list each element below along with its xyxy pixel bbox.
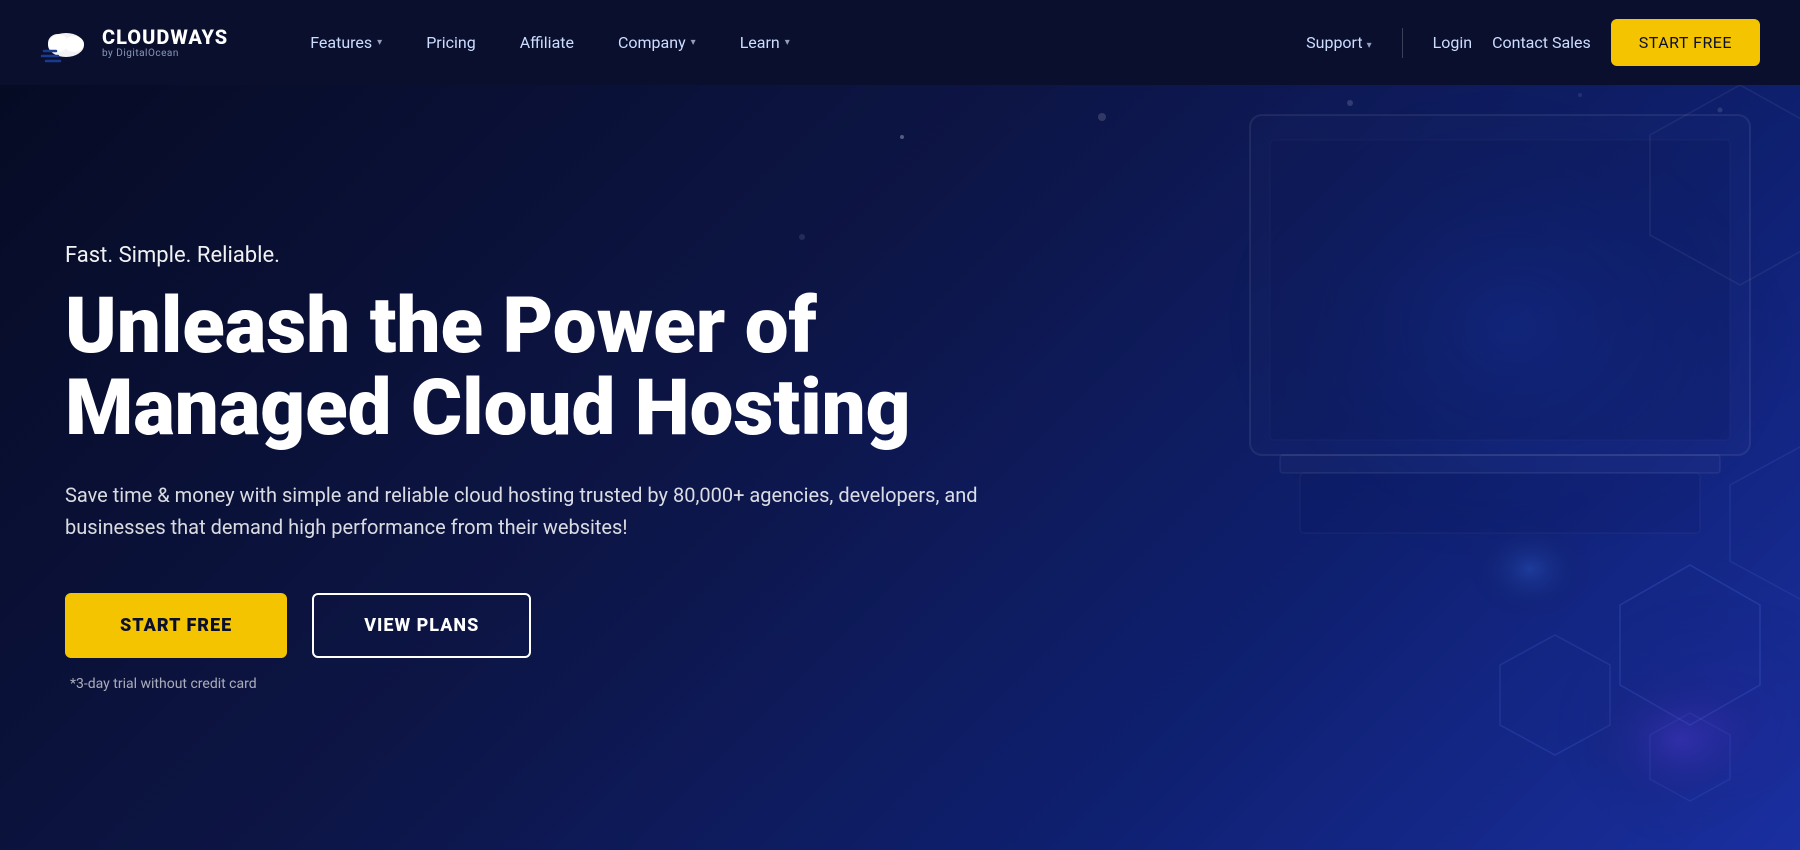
hero-subtitle: Fast. Simple. Reliable. bbox=[65, 243, 990, 268]
nav-support[interactable]: Support ▾ bbox=[1306, 33, 1371, 52]
hero-description: Save time & money with simple and reliab… bbox=[65, 479, 990, 543]
logo-text: CLOUDWAYS by DigitalOcean bbox=[102, 26, 228, 59]
nav-login[interactable]: Login bbox=[1433, 33, 1472, 52]
nav-right-links: Support ▾ Login Contact Sales START FREE bbox=[1306, 19, 1760, 66]
nav-affiliate[interactable]: Affiliate bbox=[498, 23, 596, 62]
nav-contact-sales[interactable]: Contact Sales bbox=[1492, 33, 1591, 52]
hero-start-free-button[interactable]: START FREE bbox=[65, 593, 287, 658]
nav-learn[interactable]: Learn ▾ bbox=[718, 23, 812, 62]
nav-start-free-button[interactable]: START FREE bbox=[1611, 19, 1760, 66]
hero-section: Fast. Simple. Reliable. Unleash the Powe… bbox=[0, 85, 1800, 850]
chevron-down-icon: ▾ bbox=[377, 37, 382, 48]
chevron-down-icon: ▾ bbox=[691, 37, 696, 48]
nav-pricing[interactable]: Pricing bbox=[404, 23, 498, 62]
hero-title: Unleash the Power of Managed Cloud Hosti… bbox=[65, 286, 965, 450]
nav-company[interactable]: Company ▾ bbox=[596, 23, 718, 62]
chevron-down-icon: ▾ bbox=[1367, 40, 1372, 51]
nav-divider bbox=[1402, 28, 1403, 58]
hero-view-plans-button[interactable]: VIEW PLANS bbox=[312, 593, 531, 658]
hero-content: Fast. Simple. Reliable. Unleash the Powe… bbox=[0, 183, 1050, 753]
hero-cta-buttons: START FREE VIEW PLANS bbox=[65, 593, 990, 658]
nav-features[interactable]: Features ▾ bbox=[288, 23, 404, 62]
trial-note: *3-day trial without credit card bbox=[65, 676, 990, 692]
logo-link[interactable]: CLOUDWAYS by DigitalOcean bbox=[40, 23, 228, 63]
nav-links: Features ▾ Pricing Affiliate Company ▾ L… bbox=[288, 23, 1306, 62]
chevron-down-icon: ▾ bbox=[785, 37, 790, 48]
navigation: CLOUDWAYS by DigitalOcean Features ▾ Pri… bbox=[0, 0, 1800, 85]
cloudways-logo-icon bbox=[40, 23, 92, 63]
